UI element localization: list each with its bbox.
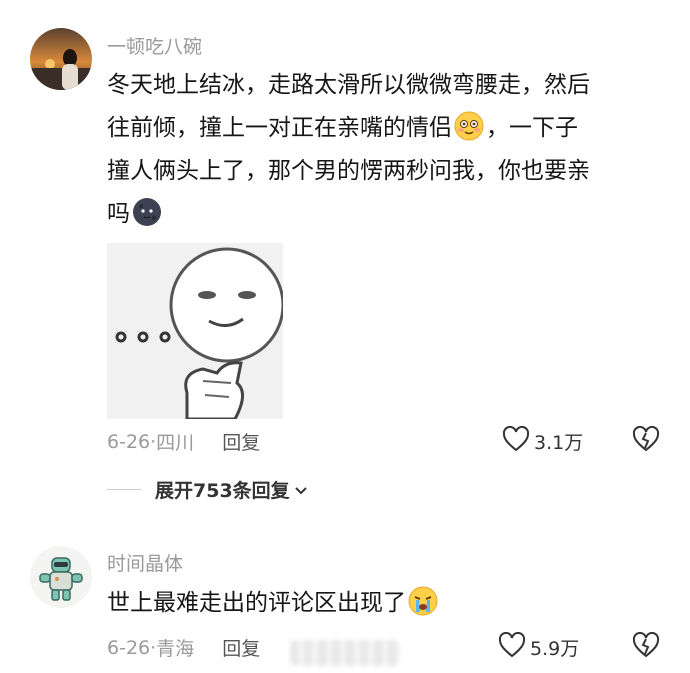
comment-line: 撞人俩头上了，那个男的愣两秒问我，你也要亲 <box>107 158 590 184</box>
like-button[interactable]: 5.9万 <box>498 631 580 663</box>
dislike-button[interactable] <box>632 425 660 456</box>
comment-meta: 6-26 · 青海 回复 <box>107 634 260 661</box>
avatar[interactable] <box>30 546 92 608</box>
reply-button[interactable]: 回复 <box>222 634 260 661</box>
comment-text: 冬天地上结冰，走路太滑所以微微弯腰走，然后 往前倾，撞上一对正在亲嘴的情侣 ，一下… <box>107 64 667 236</box>
like-count: 3.1万 <box>534 432 584 454</box>
like-button[interactable]: 3.1万 <box>502 425 584 457</box>
reply-button[interactable]: 回复 <box>222 428 260 455</box>
like-count: 5.9万 <box>530 638 580 660</box>
comment-meta: 6-26 · 四川 回复 <box>107 428 260 455</box>
comment-line: 往前倾，撞上一对正在亲嘴的情侣 ，一下子 <box>107 107 667 150</box>
blurred-overlay <box>290 640 400 666</box>
heart-icon <box>498 631 530 663</box>
comment-date: 6-26 <box>107 430 151 453</box>
username[interactable]: 一顿吃八碗 <box>107 32 202 59</box>
dark-moon-face-icon <box>132 197 162 227</box>
avatar[interactable] <box>30 28 92 90</box>
smiling-face-icon <box>454 111 484 141</box>
dislike-button[interactable] <box>632 631 660 662</box>
expand-replies-button[interactable]: 展开753条回复 <box>107 476 308 503</box>
crying-face-icon <box>408 586 438 616</box>
chevron-down-icon <box>294 479 308 501</box>
comment-line: 吗 <box>107 193 667 236</box>
broken-heart-icon <box>632 425 660 456</box>
heart-icon <box>502 425 534 457</box>
divider <box>107 489 141 490</box>
comment-location: 四川 <box>156 432 195 454</box>
comment-text: 世上最难走出的评论区出现了 <box>107 582 667 625</box>
broken-heart-icon <box>632 631 660 662</box>
comment-date: 6-26 <box>107 636 151 659</box>
comment-location: 青海 <box>156 638 195 660</box>
expand-replies-label: 展开753条回复 <box>155 480 290 502</box>
sticker-image[interactable] <box>107 243 283 419</box>
username[interactable]: 时间晶体 <box>107 549 183 576</box>
comment-line: 冬天地上结冰，走路太滑所以微微弯腰走，然后 <box>107 72 590 98</box>
